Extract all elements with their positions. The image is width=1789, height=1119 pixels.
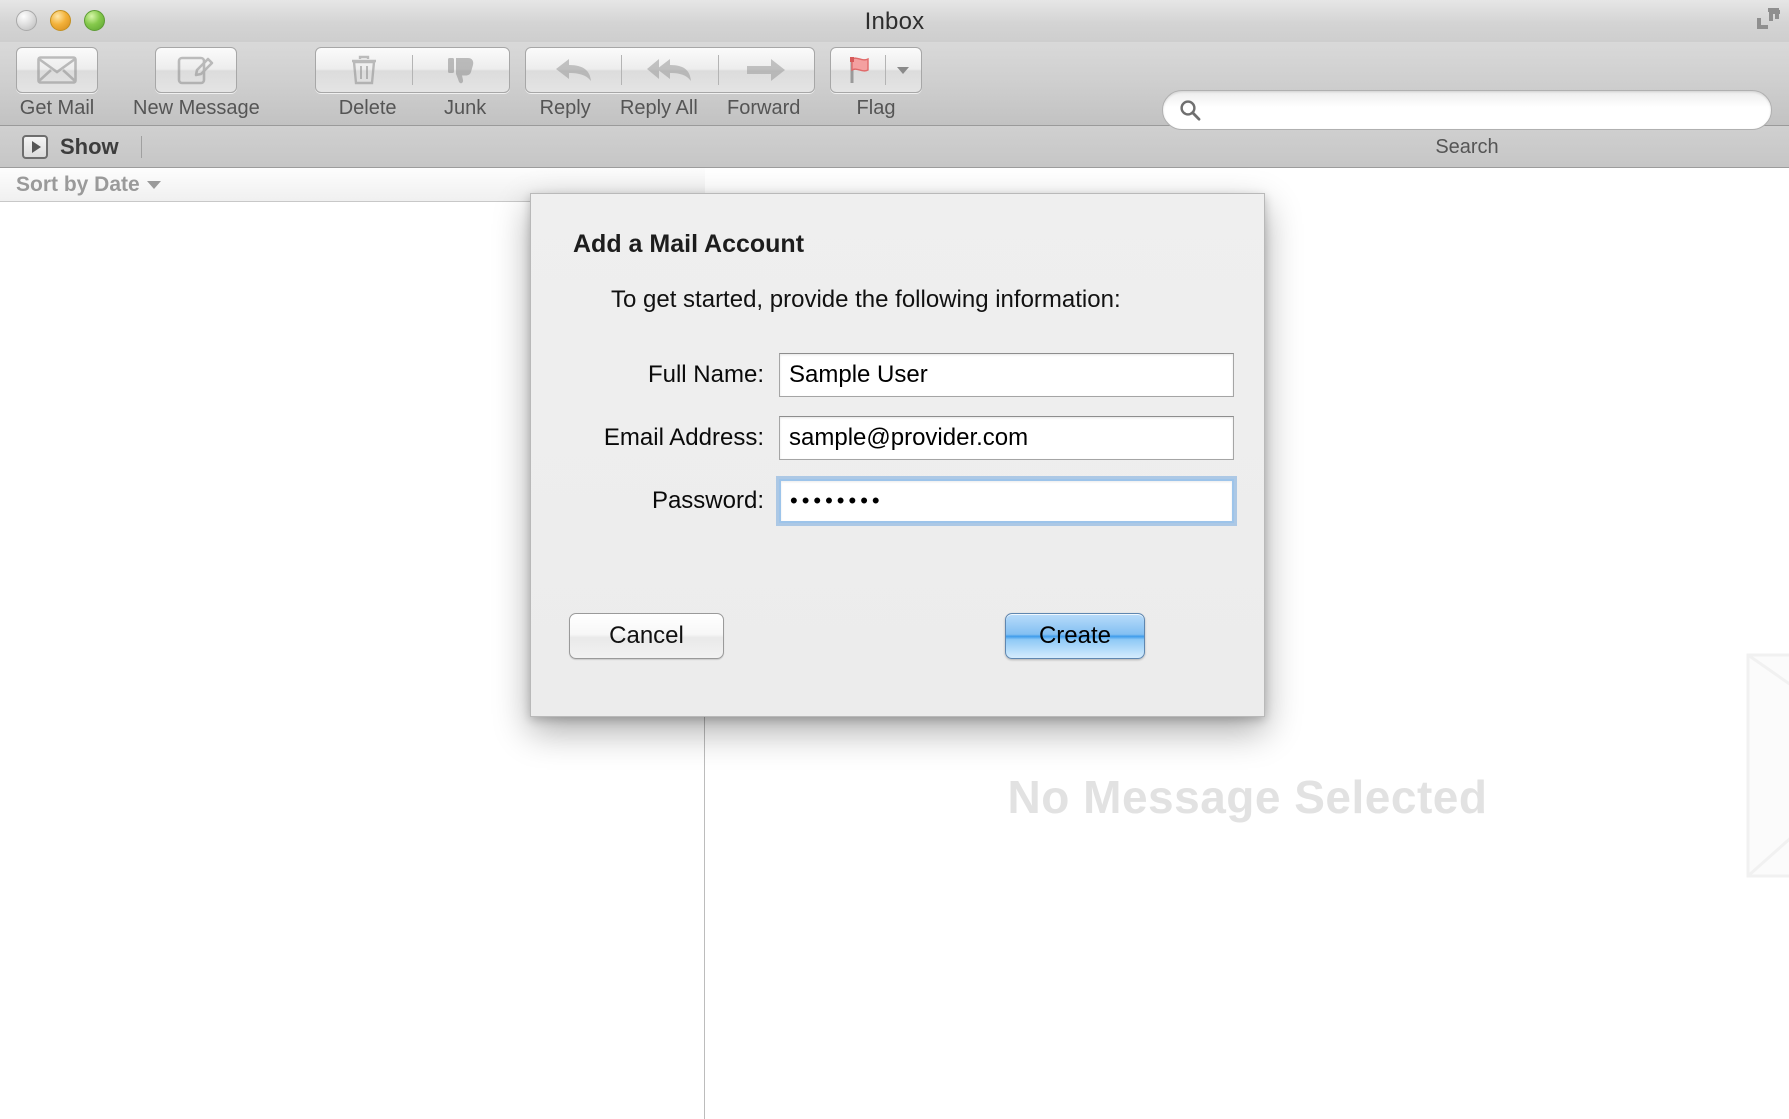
delete-junk-segmented-control[interactable] bbox=[315, 47, 510, 93]
show-label[interactable]: Show bbox=[60, 134, 119, 160]
create-button[interactable]: Create bbox=[1005, 613, 1145, 659]
flag-label: Flag bbox=[856, 97, 896, 119]
trash-icon bbox=[352, 55, 376, 85]
title-bar: Inbox bbox=[0, 0, 1789, 42]
toolbar-group-delete-junk[interactable]: Delete Junk bbox=[315, 47, 510, 120]
forward-label: Forward bbox=[727, 97, 801, 119]
search-input[interactable] bbox=[1207, 99, 1757, 121]
envelope-watermark-icon bbox=[1746, 653, 1789, 878]
envelope-icon bbox=[37, 56, 77, 84]
new-message-button[interactable] bbox=[155, 47, 238, 93]
get-mail-button[interactable] bbox=[16, 47, 98, 93]
junk-label: Junk bbox=[444, 97, 487, 119]
flag-menu-button[interactable] bbox=[886, 48, 921, 92]
full-name-row: Full Name: bbox=[531, 353, 1266, 397]
search-field[interactable] bbox=[1162, 90, 1772, 130]
password-row: Password: bbox=[531, 479, 1266, 523]
compose-pencil-icon bbox=[178, 56, 214, 85]
toolbar-item-flag[interactable]: Flag bbox=[830, 47, 922, 120]
mail-window: No Message Selected Sort by Date Show Ge… bbox=[0, 0, 1789, 1119]
search-label: Search bbox=[1435, 136, 1499, 158]
reply-segmented-control[interactable] bbox=[525, 47, 815, 93]
cancel-button[interactable]: Cancel bbox=[569, 613, 724, 659]
get-mail-label: Get Mail bbox=[19, 97, 95, 119]
delete-label: Delete bbox=[338, 97, 397, 119]
chevron-down-icon bbox=[897, 67, 910, 74]
toolbar-group-reply[interactable]: Reply Reply All Forward bbox=[525, 47, 815, 120]
reply-all-arrow-icon bbox=[647, 59, 691, 81]
email-address-input[interactable] bbox=[779, 416, 1234, 460]
email-address-row: Email Address: bbox=[531, 416, 1266, 460]
thumbs-down-icon bbox=[447, 58, 474, 84]
resize-corner-icon[interactable] bbox=[1753, 4, 1783, 34]
new-message-label: New Message bbox=[133, 97, 260, 119]
reply-group-labels: Reply Reply All Forward bbox=[525, 97, 815, 120]
red-flag-icon bbox=[849, 57, 869, 83]
password-input[interactable] bbox=[779, 479, 1234, 523]
flag-button[interactable] bbox=[830, 47, 922, 93]
toolbar-item-new-message[interactable]: New Message bbox=[133, 47, 260, 120]
window-title: Inbox bbox=[864, 8, 925, 35]
junk-button[interactable] bbox=[413, 48, 509, 92]
no-message-selected-text: No Message Selected bbox=[1007, 771, 1488, 823]
reply-arrow-icon bbox=[555, 59, 591, 81]
sort-by-date-label[interactable]: Sort by Date bbox=[16, 173, 140, 197]
full-name-input[interactable] bbox=[779, 353, 1234, 397]
forward-arrow-icon bbox=[747, 59, 786, 81]
dialog-title: Add a Mail Account bbox=[573, 230, 805, 258]
add-mail-account-dialog: Add a Mail Account To get started, provi… bbox=[530, 193, 1265, 717]
toolbar: Get Mail New Message Delete Junk Reply R… bbox=[0, 42, 1789, 158]
email-address-label: Email Address: bbox=[603, 424, 764, 451]
reply-all-button[interactable] bbox=[622, 48, 717, 92]
reply-label: Reply bbox=[539, 97, 591, 119]
search-icon bbox=[1179, 99, 1201, 121]
flag-icon-cell[interactable] bbox=[831, 48, 885, 92]
delete-button[interactable] bbox=[316, 48, 412, 92]
forward-button[interactable] bbox=[719, 48, 814, 92]
password-label: Password: bbox=[651, 487, 764, 514]
disclosure-play-icon[interactable] bbox=[22, 134, 48, 159]
reply-button[interactable] bbox=[526, 48, 621, 92]
full-name-label: Full Name: bbox=[647, 361, 764, 388]
show-bar-divider bbox=[140, 135, 142, 158]
delete-junk-labels: Delete Junk bbox=[315, 97, 510, 120]
caret-down-icon[interactable] bbox=[146, 180, 161, 189]
toolbar-item-get-mail[interactable]: Get Mail bbox=[16, 47, 98, 120]
search-area: Search bbox=[1162, 90, 1772, 159]
reply-all-label: Reply All bbox=[619, 97, 698, 119]
dialog-subtitle: To get started, provide the following in… bbox=[611, 286, 1121, 313]
